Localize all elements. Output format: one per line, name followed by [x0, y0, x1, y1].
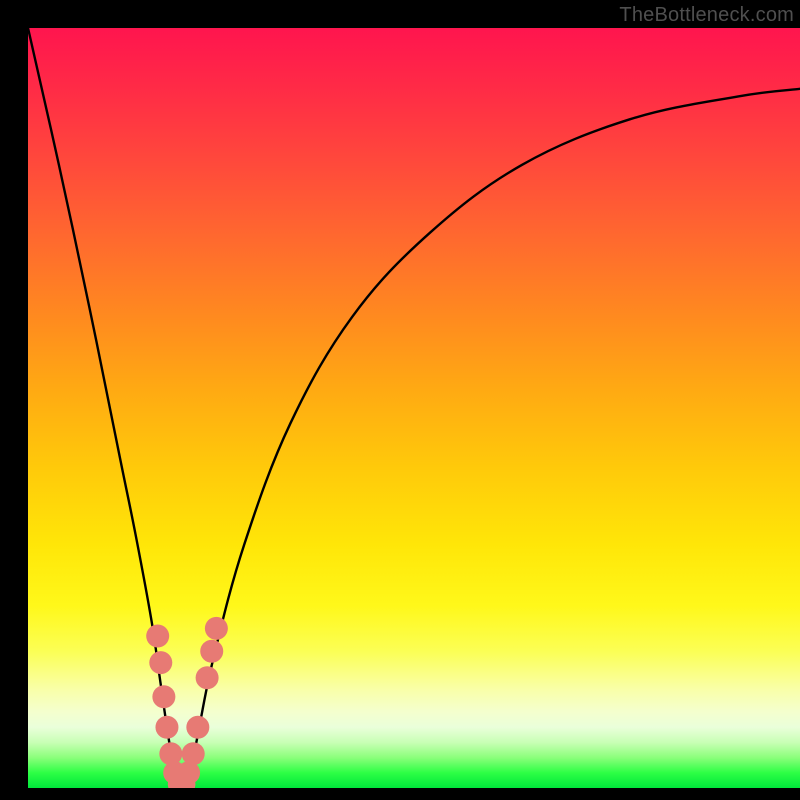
highlight-dot — [152, 685, 175, 708]
highlight-dot — [200, 640, 223, 663]
highlight-dot — [149, 651, 172, 674]
watermark-label: TheBottleneck.com — [619, 4, 794, 27]
highlight-dot — [155, 716, 178, 739]
plot-area — [28, 28, 800, 788]
highlight-dot — [159, 742, 182, 765]
highlight-dot — [182, 742, 205, 765]
chart-frame: TheBottleneck.com — [0, 0, 800, 800]
highlight-dot — [196, 666, 219, 689]
curve-layer — [28, 28, 800, 788]
highlight-dot — [186, 716, 209, 739]
highlight-dot — [168, 773, 191, 788]
highlight-dot — [146, 625, 169, 648]
highlight-dot — [163, 761, 186, 784]
highlight-dot — [172, 773, 195, 788]
bottleneck-curve — [28, 28, 800, 788]
highlight-dot — [177, 761, 200, 784]
highlight-dot — [205, 617, 228, 640]
